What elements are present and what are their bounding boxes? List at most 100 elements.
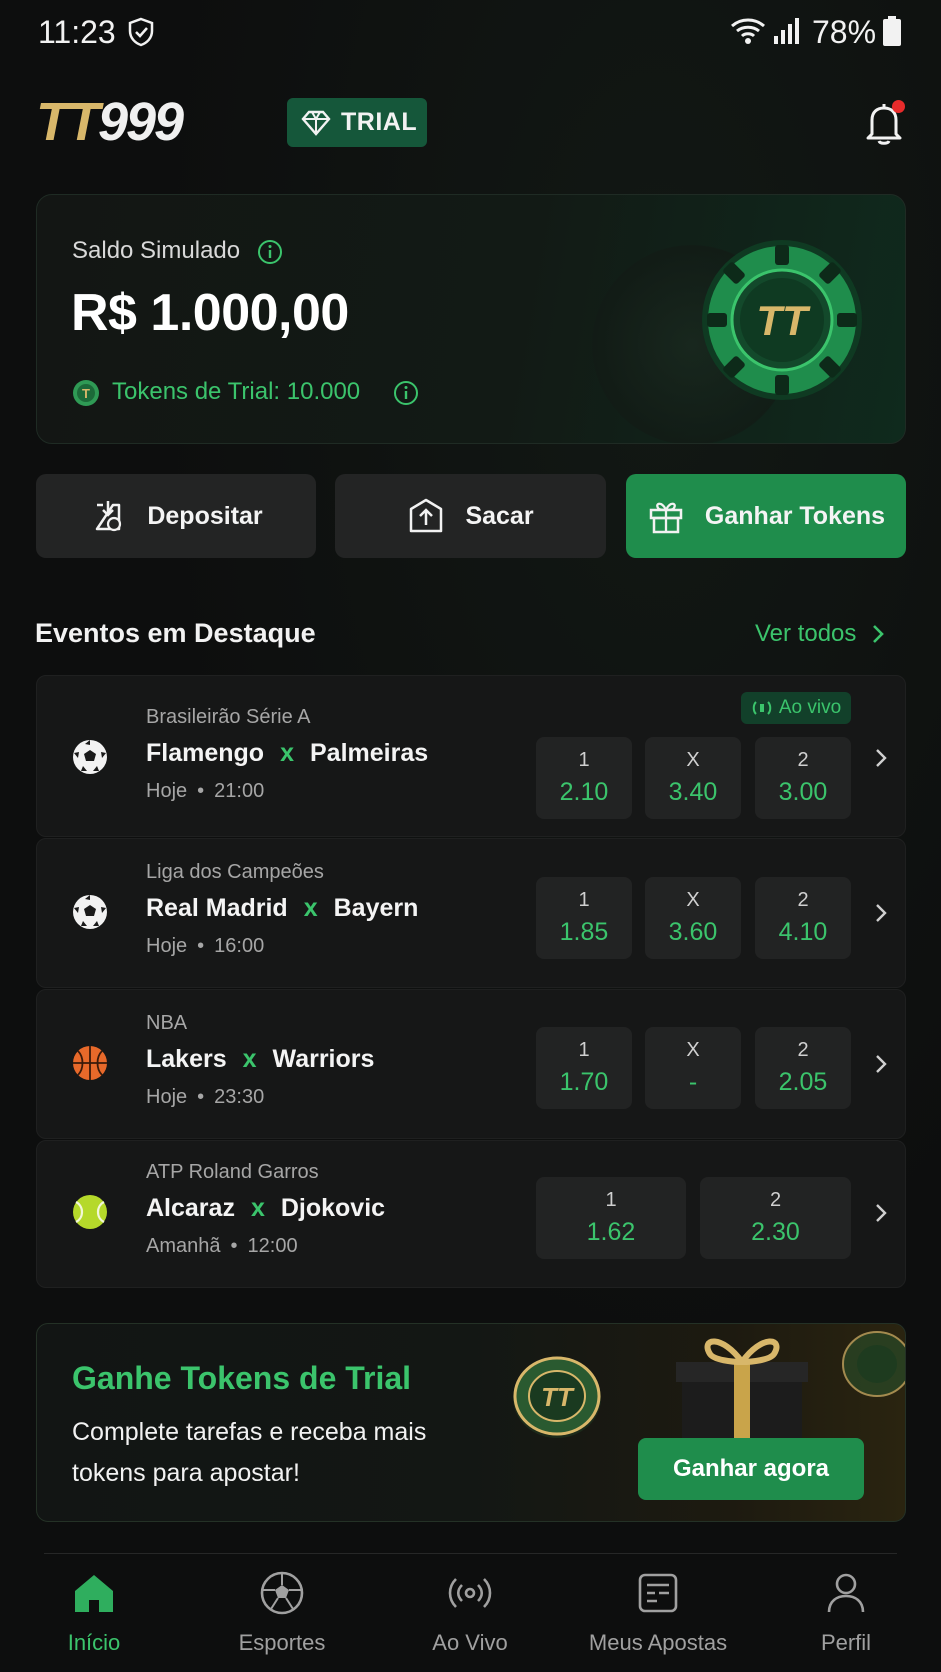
odd-home[interactable]: 1 1.62 <box>536 1177 686 1259</box>
promo-coin-text: TT <box>541 1382 575 1412</box>
versus: x <box>280 739 294 767</box>
odd-label: X <box>686 749 700 771</box>
odd-value: 1.62 <box>586 1218 636 1246</box>
withdraw-button[interactable]: Sacar <box>335 474 606 558</box>
odd-label: X <box>686 1039 700 1061</box>
user-icon <box>827 1573 865 1613</box>
app-screen: 11:23 78% TT 999 TRIAL Saldo Simulado R$… <box>0 0 941 1672</box>
earn-now-button[interactable]: Ganhar agora <box>638 1438 864 1500</box>
odd-value: - <box>688 1068 698 1096</box>
soccer-ball-icon <box>260 1571 304 1615</box>
event-day: Hoje <box>146 1086 188 1108</box>
nav-sports[interactable]: Esportes <box>192 1570 372 1670</box>
odd-home[interactable]: 1 1.85 <box>536 877 632 959</box>
earn-tokens-button[interactable]: Ganhar Tokens <box>626 474 906 558</box>
balance-value: R$ 1.000,00 <box>71 284 349 342</box>
nav-profile-label: Perfil <box>820 1630 872 1655</box>
nav-home[interactable]: Início <box>4 1570 184 1670</box>
event-row[interactable]: ATP Roland Garros Alcaraz x Djokovic Amanh… <box>36 1140 906 1288</box>
odd-label: 2 <box>797 749 809 771</box>
live-broadcast-icon <box>752 701 772 715</box>
odd-home[interactable]: 1 1.70 <box>536 1027 632 1109</box>
away-team: Bayern <box>333 894 419 922</box>
event-day: Amanhã <box>146 1235 221 1257</box>
nav-profile[interactable]: Perfil <box>756 1570 936 1670</box>
live-label: Ao vivo <box>778 697 842 718</box>
event-row[interactable]: Liga dos Campeões Real Madrid x Bayern Hoj… <box>36 838 906 988</box>
home-team: Alcaraz <box>146 1194 235 1222</box>
event-hour: 21:00 <box>214 780 265 802</box>
event-row[interactable]: Brasileirão Série A Ao vivo Flamengo x Pal… <box>36 675 906 837</box>
nav-home-label: Início <box>67 1630 121 1655</box>
odd-label: 2 <box>797 889 809 911</box>
featured-events-title: Eventos em Destaque <box>35 618 316 648</box>
home-team: Real Madrid <box>146 894 288 922</box>
odd-label: 1 <box>578 889 590 911</box>
withdraw-label: Sacar <box>465 501 534 530</box>
info-icon[interactable] <box>257 239 283 265</box>
away-team: Warriors <box>272 1045 375 1073</box>
event-league: Brasileirão Série A <box>146 706 311 728</box>
balance-card: Saldo Simulado R$ 1.000,00 T Tokens de T… <box>36 194 906 444</box>
event-teams: Real Madrid x Bayern <box>146 894 418 923</box>
deposit-label: Depositar <box>147 501 263 530</box>
odd-home[interactable]: 1 2.10 <box>536 737 632 819</box>
event-time: Hoje • 16:00 <box>146 935 265 957</box>
event-day: Hoje <box>146 780 188 802</box>
logo-tt: TT <box>36 92 100 152</box>
chevron-right-icon <box>873 625 885 643</box>
notification-dot <box>892 100 905 113</box>
bottom-divider <box>44 1553 897 1554</box>
chevron-right-icon[interactable] <box>873 1201 889 1225</box>
away-team: Djokovic <box>280 1194 386 1222</box>
promo-title: Ganhe Tokens de Trial <box>72 1360 412 1396</box>
broadcast-icon <box>448 1578 492 1608</box>
nav-my-bets[interactable]: Meus Apostas <box>568 1570 748 1670</box>
shield-check-icon <box>128 17 154 47</box>
odd-label: 1 <box>605 1189 617 1211</box>
chevron-right-icon[interactable] <box>873 746 889 770</box>
odd-draw[interactable]: X - <box>645 1027 741 1109</box>
see-all-link[interactable]: Ver todos <box>755 620 886 648</box>
earn-tokens-label: Ganhar Tokens <box>704 501 886 530</box>
odd-away[interactable]: 2 2.05 <box>755 1027 851 1109</box>
status-time: 11:23 <box>38 14 116 50</box>
svg-text:T: T <box>82 386 90 401</box>
chevron-right-icon[interactable] <box>873 901 889 925</box>
app-logo[interactable]: TT 999 <box>36 92 184 152</box>
odd-value: 3.00 <box>778 778 828 806</box>
nav-live[interactable]: Ao Vivo <box>380 1570 560 1670</box>
wifi-icon <box>731 18 765 44</box>
odd-away[interactable]: 2 3.00 <box>755 737 851 819</box>
event-league: Liga dos Campeões <box>146 861 324 883</box>
gift-icon <box>649 502 683 534</box>
withdraw-icon <box>410 498 443 533</box>
battery-icon <box>883 16 901 46</box>
home-team: Lakers <box>146 1045 227 1073</box>
nav-sports-label: Esportes <box>238 1630 326 1655</box>
tokens-info-icon[interactable] <box>393 380 419 406</box>
odd-away[interactable]: 2 4.10 <box>755 877 851 959</box>
event-day: Hoje <box>146 935 188 957</box>
promo-banner: Ganhe Tokens de Trial Complete tarefas e… <box>36 1323 906 1522</box>
chevron-right-icon[interactable] <box>873 1052 889 1076</box>
event-time: Amanhã • 12:00 <box>146 1235 298 1257</box>
casino-chip-icon: TT <box>702 240 862 400</box>
odd-value: 1.85 <box>559 918 609 946</box>
home-icon <box>75 1575 113 1612</box>
nav-live-label: Ao Vivo <box>432 1630 508 1655</box>
event-teams: Flamengo x Palmeiras <box>146 739 428 768</box>
odd-draw[interactable]: X 3.60 <box>645 877 741 959</box>
event-league: NBA <box>146 1012 188 1034</box>
soccer-ball-icon <box>73 895 107 929</box>
event-row[interactable]: NBA Lakers x Warriors Hoje • 23:30 1 1.70 X … <box>36 989 906 1139</box>
status-bar: 11:23 78% <box>0 0 941 64</box>
odd-label: 1 <box>578 1039 590 1061</box>
live-badge: Ao vivo <box>741 692 851 724</box>
odd-away[interactable]: 2 2.30 <box>700 1177 851 1259</box>
soccer-ball-icon <box>73 740 107 774</box>
odd-draw[interactable]: X 3.40 <box>645 737 741 819</box>
see-all-label: Ver todos <box>755 620 857 647</box>
versus: x <box>303 894 318 922</box>
deposit-button[interactable]: Depositar <box>36 474 316 558</box>
